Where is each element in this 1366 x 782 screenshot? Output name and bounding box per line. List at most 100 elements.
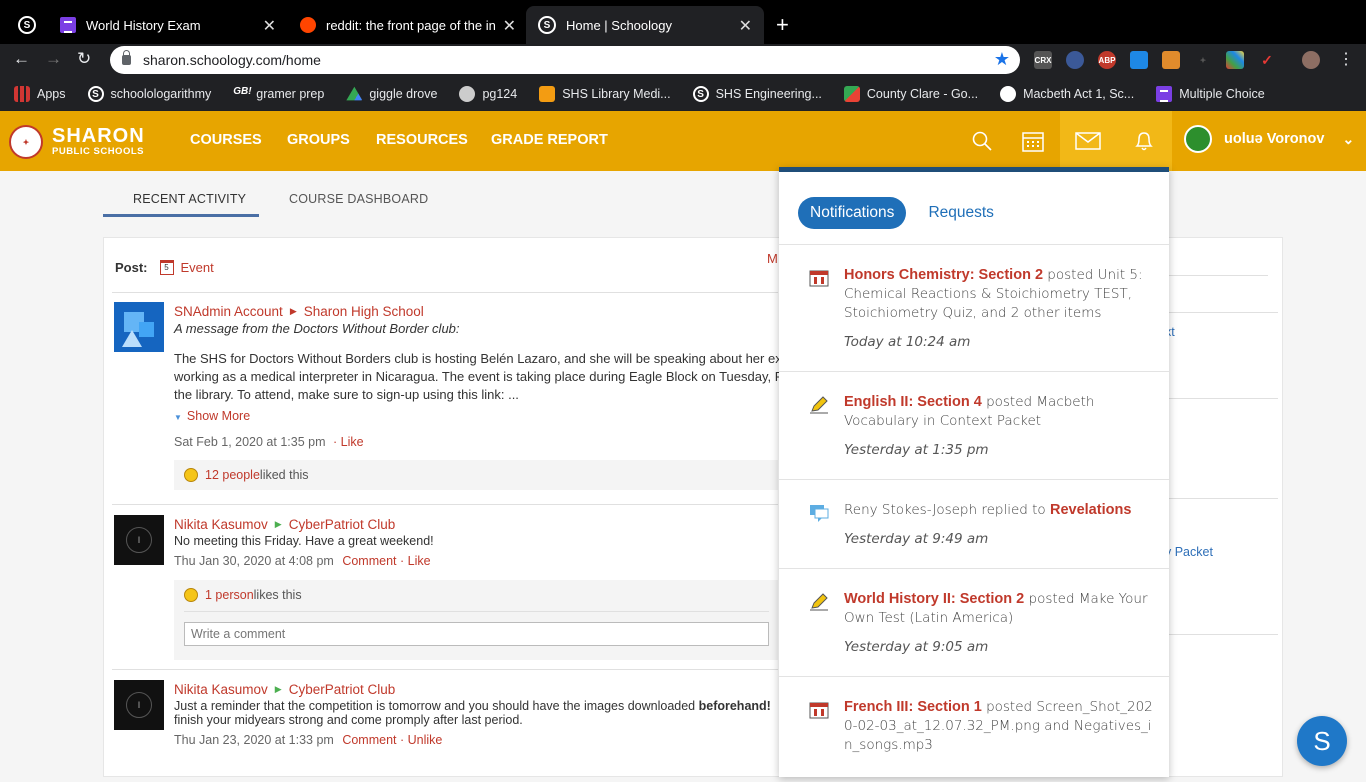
like-link[interactable]: · Like — [333, 435, 364, 449]
post-byline: SNAdmin Account ▶ Sharon High School — [174, 304, 814, 319]
avatar[interactable]: I — [114, 515, 164, 565]
course-link[interactable]: French III: Section 1 — [844, 699, 982, 715]
nav-resources[interactable]: RESOURCES — [376, 132, 468, 148]
group-link[interactable]: Sharon High School — [304, 304, 424, 319]
likes-count-link[interactable]: 1 person — [205, 588, 254, 602]
messages-icon[interactable] — [1060, 111, 1116, 171]
show-more-link[interactable]: ▼ Show More — [174, 409, 814, 423]
upcoming-item-link[interactable]: y Packet — [1165, 545, 1213, 559]
bookmark-shs-library[interactable]: SHS Library Medi... — [539, 86, 671, 102]
new-tab-icon[interactable]: + — [776, 12, 789, 38]
divider — [1164, 275, 1268, 276]
calendar-icon[interactable] — [1005, 111, 1061, 171]
like-link[interactable]: · Like — [400, 554, 431, 568]
likes-count-link[interactable]: 12 people — [205, 468, 260, 482]
notification-time: Today at 10:24 am — [844, 334, 971, 350]
comment-input[interactable]: Write a comment — [184, 622, 769, 646]
author-link[interactable]: Nikita Kasumov — [174, 517, 268, 532]
notification-item[interactable]: English II: Section 4 posted Macbeth Voc… — [779, 371, 1169, 479]
forward-arrow-icon[interactable]: → — [45, 49, 62, 69]
notifications-bell-icon[interactable] — [1116, 111, 1172, 171]
extension-icon[interactable] — [1162, 51, 1180, 69]
back-arrow-icon[interactable]: ← — [13, 49, 30, 69]
more-link[interactable]: M — [767, 251, 778, 266]
maps-icon — [843, 86, 860, 102]
bookmark-star-icon[interactable]: ★ — [994, 49, 1010, 70]
close-icon[interactable]: ✕ — [263, 16, 276, 36]
tab-title: Home | Schoology — [566, 17, 672, 33]
course-link[interactable]: Honors Chemistry: Section 2 — [844, 267, 1043, 283]
search-icon[interactable] — [954, 111, 1010, 171]
crx-extension-icon[interactable]: CRX — [1034, 51, 1052, 69]
bookmark-apps[interactable]: Apps — [14, 86, 66, 102]
active-tab-indicator — [103, 214, 259, 217]
notification-item[interactable]: French III: Section 1 posted Screen_Shot… — [779, 676, 1169, 782]
discussion-link[interactable]: Revelations — [1050, 502, 1131, 518]
author-link[interactable]: Nikita Kasumov — [174, 682, 268, 697]
lock-icon — [122, 50, 131, 65]
profile-avatar[interactable] — [1302, 51, 1320, 69]
group-link[interactable]: CyberPatriot Club — [289, 682, 396, 697]
reload-icon[interactable]: ↻ — [77, 49, 91, 69]
schoology-help-button[interactable]: S — [1297, 716, 1347, 766]
bookmark-shs-engineering[interactable]: S SHS Engineering... — [692, 86, 822, 102]
nav-grade-report[interactable]: GRADE REPORT — [491, 132, 608, 148]
bookmark-gramer-prep[interactable]: GB! gramer prep — [233, 86, 324, 102]
adblock-extension-icon[interactable]: ABP — [1098, 51, 1116, 69]
nav-courses[interactable]: COURSES — [190, 132, 262, 148]
avatar[interactable] — [114, 302, 164, 352]
nav-groups[interactable]: GROUPS — [287, 132, 350, 148]
notification-item[interactable]: World History II: Section 2 posted Make … — [779, 568, 1169, 676]
post-body-line: the library. To attend, make sure to sig… — [174, 387, 519, 402]
tab-recent-activity[interactable]: RECENT ACTIVITY — [133, 192, 246, 206]
course-link[interactable]: English II: Section 4 — [844, 394, 982, 410]
logo-icon: I — [126, 527, 152, 553]
post-composer: Post: 5 Event — [115, 260, 214, 275]
color-extension-icon[interactable] — [1226, 51, 1244, 69]
extension-icon[interactable] — [1130, 51, 1148, 69]
divider — [112, 669, 778, 670]
arrow-right-icon: ▶ — [274, 684, 282, 694]
bookmark-pg124[interactable]: pg124 — [459, 86, 517, 102]
schoology-icon: S — [692, 86, 709, 102]
bookmark-label: County Clare - Go... — [866, 87, 979, 101]
bookmark-giggle-drove[interactable]: giggle drove — [346, 86, 437, 102]
sparknotes-icon — [1000, 86, 1017, 102]
menu-dots-icon[interactable]: ⋮ — [1338, 49, 1354, 69]
close-icon[interactable]: ✕ — [739, 16, 752, 36]
post-byline: Nikita Kasumov ▶ CyberPatriot Club — [174, 682, 814, 697]
tab-requests[interactable]: Requests — [928, 204, 993, 222]
address-bar[interactable]: sharon.schoology.com/home ★ — [110, 46, 1020, 74]
reddit-icon — [300, 17, 316, 33]
bookmark-label: pg124 — [482, 87, 518, 101]
course-link[interactable]: World History II: Section 2 — [844, 591, 1024, 607]
user-menu[interactable]: uoluǝ Voronov ⌄ — [1184, 125, 1354, 153]
tab-course-dashboard[interactable]: COURSE DASHBOARD — [289, 192, 428, 206]
tab-home-schoology[interactable]: S Home | Schoology ✕ — [526, 6, 764, 44]
tab-pinned-schoology[interactable]: S — [6, 6, 46, 44]
tab-world-history-exam[interactable]: World History Exam ✕ — [48, 6, 288, 44]
bookmark-multiple-choice[interactable]: Multiple Choice — [1156, 86, 1265, 102]
author-link[interactable]: SNAdmin Account — [174, 304, 283, 319]
tab-reddit[interactable]: reddit: the front page of the int ✕ — [288, 6, 528, 44]
divider — [1164, 498, 1278, 499]
tab-notifications[interactable]: Notifications — [798, 197, 907, 229]
owl-extension-icon[interactable] — [1066, 51, 1084, 69]
comment-link[interactable]: Comment — [342, 733, 396, 747]
notification-item[interactable]: Honors Chemistry: Section 2 posted Unit … — [779, 244, 1169, 371]
bookmark-macbeth[interactable]: Macbeth Act 1, Sc... — [1000, 86, 1134, 102]
notification-item[interactable]: Reny Stokes-Joseph replied to Revelation… — [779, 479, 1169, 568]
sharon-logo[interactable]: ✦ SHARON PUBLIC SCHOOLS — [9, 125, 145, 159]
extension-icon[interactable]: ✓ — [1258, 51, 1276, 69]
extension-icon[interactable]: ✦ — [1194, 51, 1212, 69]
unlike-link[interactable]: · Unlike — [400, 733, 442, 747]
avatar[interactable]: I — [114, 680, 164, 730]
group-link[interactable]: CyberPatriot Club — [289, 517, 396, 532]
comment-link[interactable]: Comment — [342, 554, 396, 568]
bookmark-schoolologarithmy[interactable]: S schoolologarithmy — [87, 86, 211, 102]
arrow-right-icon: ▶ — [274, 519, 282, 529]
post-event-button[interactable]: 5 Event — [159, 260, 214, 275]
close-icon[interactable]: ✕ — [503, 16, 516, 36]
bookmark-county-clare[interactable]: County Clare - Go... — [843, 86, 979, 102]
divider — [112, 504, 778, 505]
